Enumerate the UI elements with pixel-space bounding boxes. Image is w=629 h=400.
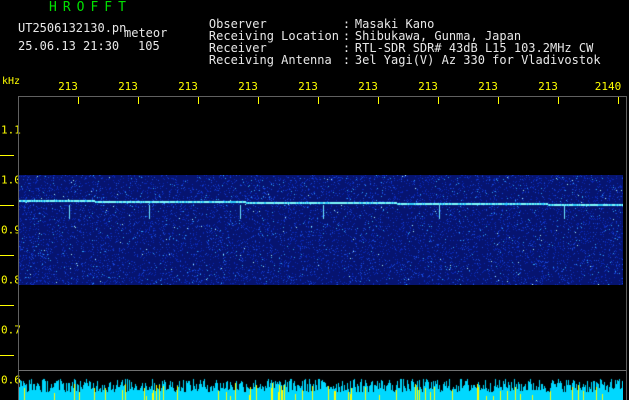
x-tick-label: 213 [58,80,78,93]
plot-frame-top [18,96,626,97]
x-tick-mark [258,96,259,104]
y-minor-tick [0,205,14,206]
capture-tag: meteor [124,26,168,40]
x-tick-mark [438,96,439,104]
spectrogram-noise-band [19,175,623,285]
x-tick-mark [498,96,499,104]
x-tick-mark [138,96,139,104]
x-tick-label: 2140 [594,80,622,93]
echo-count: 105 [138,39,160,53]
x-tick-label: 213 [418,80,438,93]
x-tick-mark [558,96,559,104]
hrofft-window: HROFFT UT2506132130.pn meteor 25.06.13 2… [0,0,629,400]
x-tick-mark [78,96,79,104]
x-tick-label: 213 [358,80,378,93]
x-tick-mark [318,96,319,104]
info-row-antenna: Receiving Antenna:3el Yagi(V) Az 330 for… [180,42,601,78]
info-key: Receiving Antenna [208,53,332,67]
baseline-line [18,370,626,371]
frequency-unit-label: kHz [2,76,21,87]
y-minor-tick [0,155,14,156]
x-tick-label: 213 [178,80,198,93]
y-minor-tick [0,305,14,306]
echo-activity-strip [19,376,623,400]
info-value: 3el Yagi(V) Az 330 for Vladivostok [354,53,601,67]
x-tick-label: 213 [538,80,558,93]
x-tick-label: 213 [478,80,498,93]
x-tick-mark [618,96,619,104]
capture-datetime: 25.06.13 21:30 [18,39,120,53]
info-separator: : [342,53,351,67]
x-tick-label: 213 [298,80,318,93]
app-brand: HROFFT [49,0,132,15]
x-tick-label: 213 [118,80,138,93]
x-tick-mark [198,96,199,104]
plot-frame-right [626,96,627,400]
x-tick-label: 213 [238,80,258,93]
x-tick-mark [378,96,379,104]
y-minor-tick [0,355,14,356]
file-name: UT2506132130.pn [18,21,127,35]
y-minor-tick [0,255,14,256]
